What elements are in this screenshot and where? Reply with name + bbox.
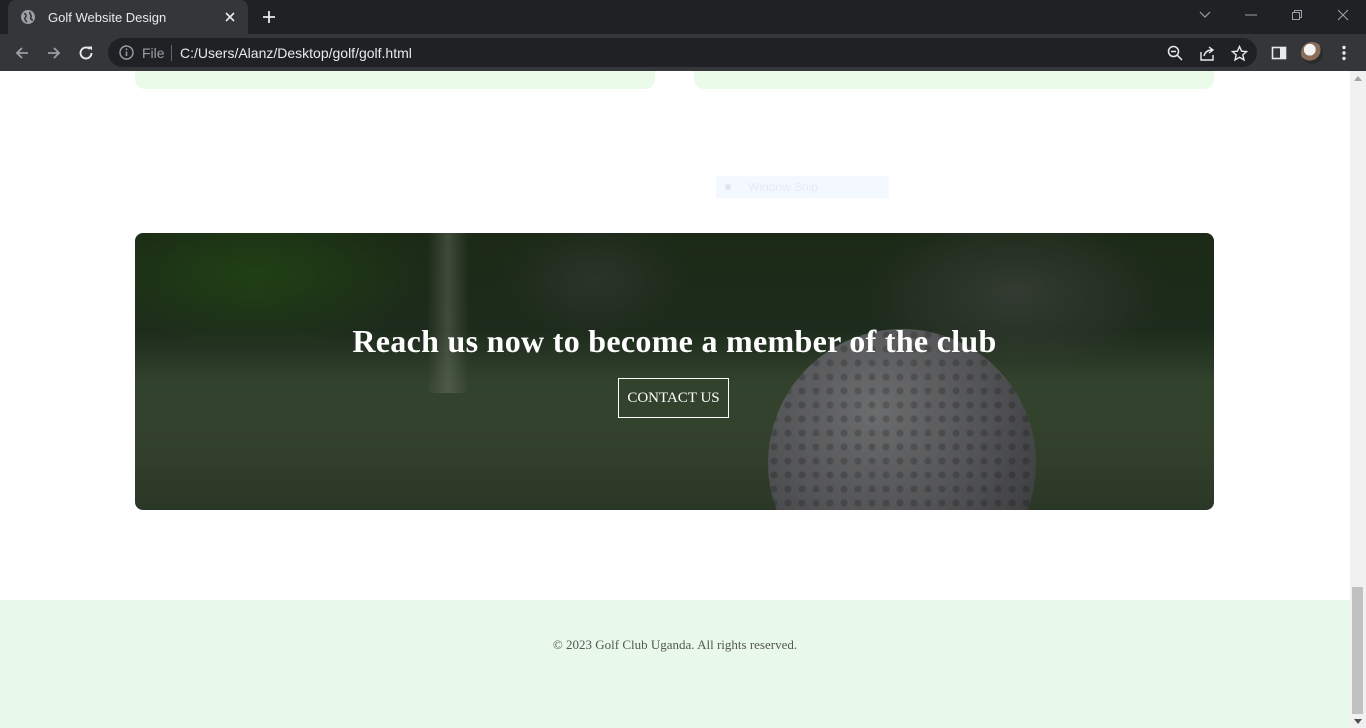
snip-dot-icon xyxy=(725,184,731,190)
contact-us-button[interactable]: CONTACT US xyxy=(618,378,729,418)
banner-overlay xyxy=(135,233,1214,510)
chevron-down-icon[interactable] xyxy=(1182,0,1228,30)
globe-icon xyxy=(20,9,36,25)
tab-title: Golf Website Design xyxy=(48,9,167,25)
scroll-up-arrow-icon[interactable] xyxy=(1350,71,1366,85)
side-panel-icon[interactable] xyxy=(1269,43,1289,63)
share-icon[interactable] xyxy=(1198,44,1216,62)
close-icon[interactable] xyxy=(222,9,238,25)
minimize-icon[interactable] xyxy=(1228,0,1274,30)
scrollbar-thumb[interactable] xyxy=(1352,587,1363,714)
vertical-scrollbar[interactable] xyxy=(1350,71,1366,728)
url-text[interactable]: C:/Users/Alanz/Desktop/golf/golf.html xyxy=(180,45,412,61)
info-icon[interactable] xyxy=(118,44,135,61)
restore-icon[interactable] xyxy=(1274,0,1320,30)
forward-icon[interactable] xyxy=(42,41,66,65)
page-viewport: Window Snip Reach us now to become a mem… xyxy=(0,71,1350,728)
plus-icon[interactable] xyxy=(260,8,278,26)
omnibox-divider xyxy=(171,45,172,61)
address-bar[interactable]: File C:/Users/Alanz/Desktop/golf/golf.ht… xyxy=(108,38,1257,67)
cta-heading: Reach us now to become a member of the c… xyxy=(352,323,997,359)
zoom-icon[interactable] xyxy=(1166,44,1184,62)
scheme-label: File xyxy=(142,45,165,61)
browser-toolbar: File C:/Users/Alanz/Desktop/golf/golf.ht… xyxy=(0,34,1366,71)
feature-card-right xyxy=(694,71,1214,89)
tab-strip: Golf Website Design xyxy=(0,0,1366,34)
snip-label: Window Snip xyxy=(748,180,819,194)
membership-cta-banner: Reach us now to become a member of the c… xyxy=(135,233,1214,510)
kebab-menu-icon[interactable] xyxy=(1334,43,1354,63)
scroll-down-arrow-icon[interactable] xyxy=(1350,714,1366,728)
profile-avatar[interactable] xyxy=(1301,42,1323,64)
window-snip-overlay: Window Snip xyxy=(716,176,889,198)
star-icon[interactable] xyxy=(1230,44,1248,62)
close-window-icon[interactable] xyxy=(1320,0,1366,30)
reload-icon[interactable] xyxy=(74,41,98,65)
feature-card-left xyxy=(135,71,655,89)
browser-tab[interactable]: Golf Website Design xyxy=(8,0,248,34)
page-footer: © 2023 Golf Club Uganda. All rights rese… xyxy=(0,600,1350,728)
back-icon[interactable] xyxy=(10,41,34,65)
footer-copyright: © 2023 Golf Club Uganda. All rights rese… xyxy=(552,637,798,652)
